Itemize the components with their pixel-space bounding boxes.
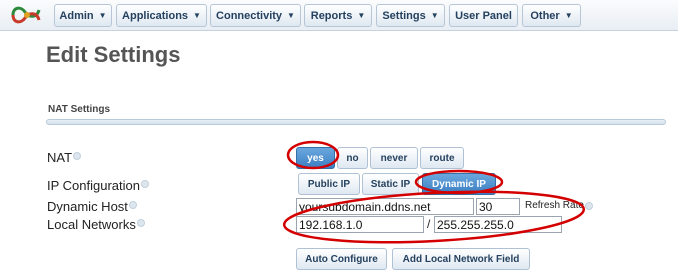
nav-user-panel-label: User Panel bbox=[455, 9, 512, 22]
chevron-down-icon: ▼ bbox=[564, 11, 573, 20]
page-title: Edit Settings bbox=[46, 42, 181, 67]
nav-admin[interactable]: Admin ▼ bbox=[54, 4, 112, 27]
chevron-down-icon: ▼ bbox=[193, 11, 201, 20]
nav-settings[interactable]: Settings ▼ bbox=[376, 4, 445, 27]
nav-connectivity[interactable]: Connectivity ▼ bbox=[210, 4, 301, 27]
nav-applications[interactable]: Applications ▼ bbox=[116, 4, 207, 27]
add-local-network-field-button[interactable]: Add Local Network Field bbox=[392, 248, 530, 270]
nav-applications-label: Applications bbox=[122, 9, 189, 22]
section-title: NAT Settings bbox=[48, 104, 111, 115]
nat-option-no[interactable]: no bbox=[337, 147, 368, 169]
nav-settings-label: Settings bbox=[382, 9, 426, 22]
ip-config-public-ip[interactable]: Public IP bbox=[298, 173, 360, 195]
local-networks-label-row: Local Networks bbox=[47, 217, 145, 232]
help-icon[interactable] bbox=[73, 152, 82, 160]
nav-other[interactable]: Other ▼ bbox=[522, 4, 581, 27]
nav-other-label: Other bbox=[530, 9, 560, 22]
chevron-down-icon: ▼ bbox=[357, 11, 366, 20]
local-network-input[interactable] bbox=[296, 216, 424, 233]
ip-config-dynamic-ip[interactable]: Dynamic IP bbox=[422, 173, 496, 195]
chevron-down-icon: ▼ bbox=[430, 11, 439, 20]
nat-option-yes[interactable]: yes bbox=[296, 147, 335, 169]
dynamic-host-input[interactable] bbox=[296, 198, 474, 215]
help-icon[interactable] bbox=[128, 201, 137, 209]
network-separator: / bbox=[427, 217, 431, 231]
nat-option-never[interactable]: never bbox=[370, 147, 418, 169]
nav-connectivity-label: Connectivity bbox=[216, 9, 283, 22]
refresh-rate-label-row: Refresh Rate bbox=[525, 200, 593, 211]
nav-user-panel[interactable]: User Panel bbox=[449, 4, 518, 27]
chevron-down-icon: ▼ bbox=[287, 11, 295, 20]
top-navigation-bar: Admin ▼ Applications ▼ Connectivity ▼ Re… bbox=[0, 0, 678, 31]
refresh-rate-label: Refresh Rate bbox=[525, 200, 584, 211]
ip-config-static-ip[interactable]: Static IP bbox=[362, 173, 419, 195]
nav-admin-label: Admin bbox=[59, 9, 94, 22]
section-divider bbox=[46, 119, 666, 125]
help-icon[interactable] bbox=[141, 180, 149, 188]
help-icon[interactable] bbox=[136, 219, 145, 227]
auto-configure-button[interactable]: Auto Configure bbox=[296, 248, 387, 270]
nat-label-row: NAT bbox=[47, 150, 82, 165]
chevron-down-icon: ▼ bbox=[98, 11, 107, 20]
local-networks-label: Local Networks bbox=[47, 217, 136, 232]
nat-option-route[interactable]: route bbox=[420, 147, 464, 169]
refresh-rate-input[interactable] bbox=[476, 198, 520, 215]
nav-reports[interactable]: Reports ▼ bbox=[304, 4, 372, 27]
ip-config-label-row: IP Configuration bbox=[47, 178, 149, 193]
ip-config-label: IP Configuration bbox=[47, 178, 140, 193]
dynamic-host-label: Dynamic Host bbox=[47, 199, 128, 214]
netmask-input[interactable] bbox=[434, 216, 562, 233]
celtic-knot-logo-icon[interactable] bbox=[7, 2, 47, 28]
nav-reports-label: Reports bbox=[310, 9, 353, 22]
nat-label: NAT bbox=[47, 150, 73, 165]
dynamic-host-label-row: Dynamic Host bbox=[47, 199, 137, 214]
help-icon[interactable] bbox=[584, 202, 593, 210]
